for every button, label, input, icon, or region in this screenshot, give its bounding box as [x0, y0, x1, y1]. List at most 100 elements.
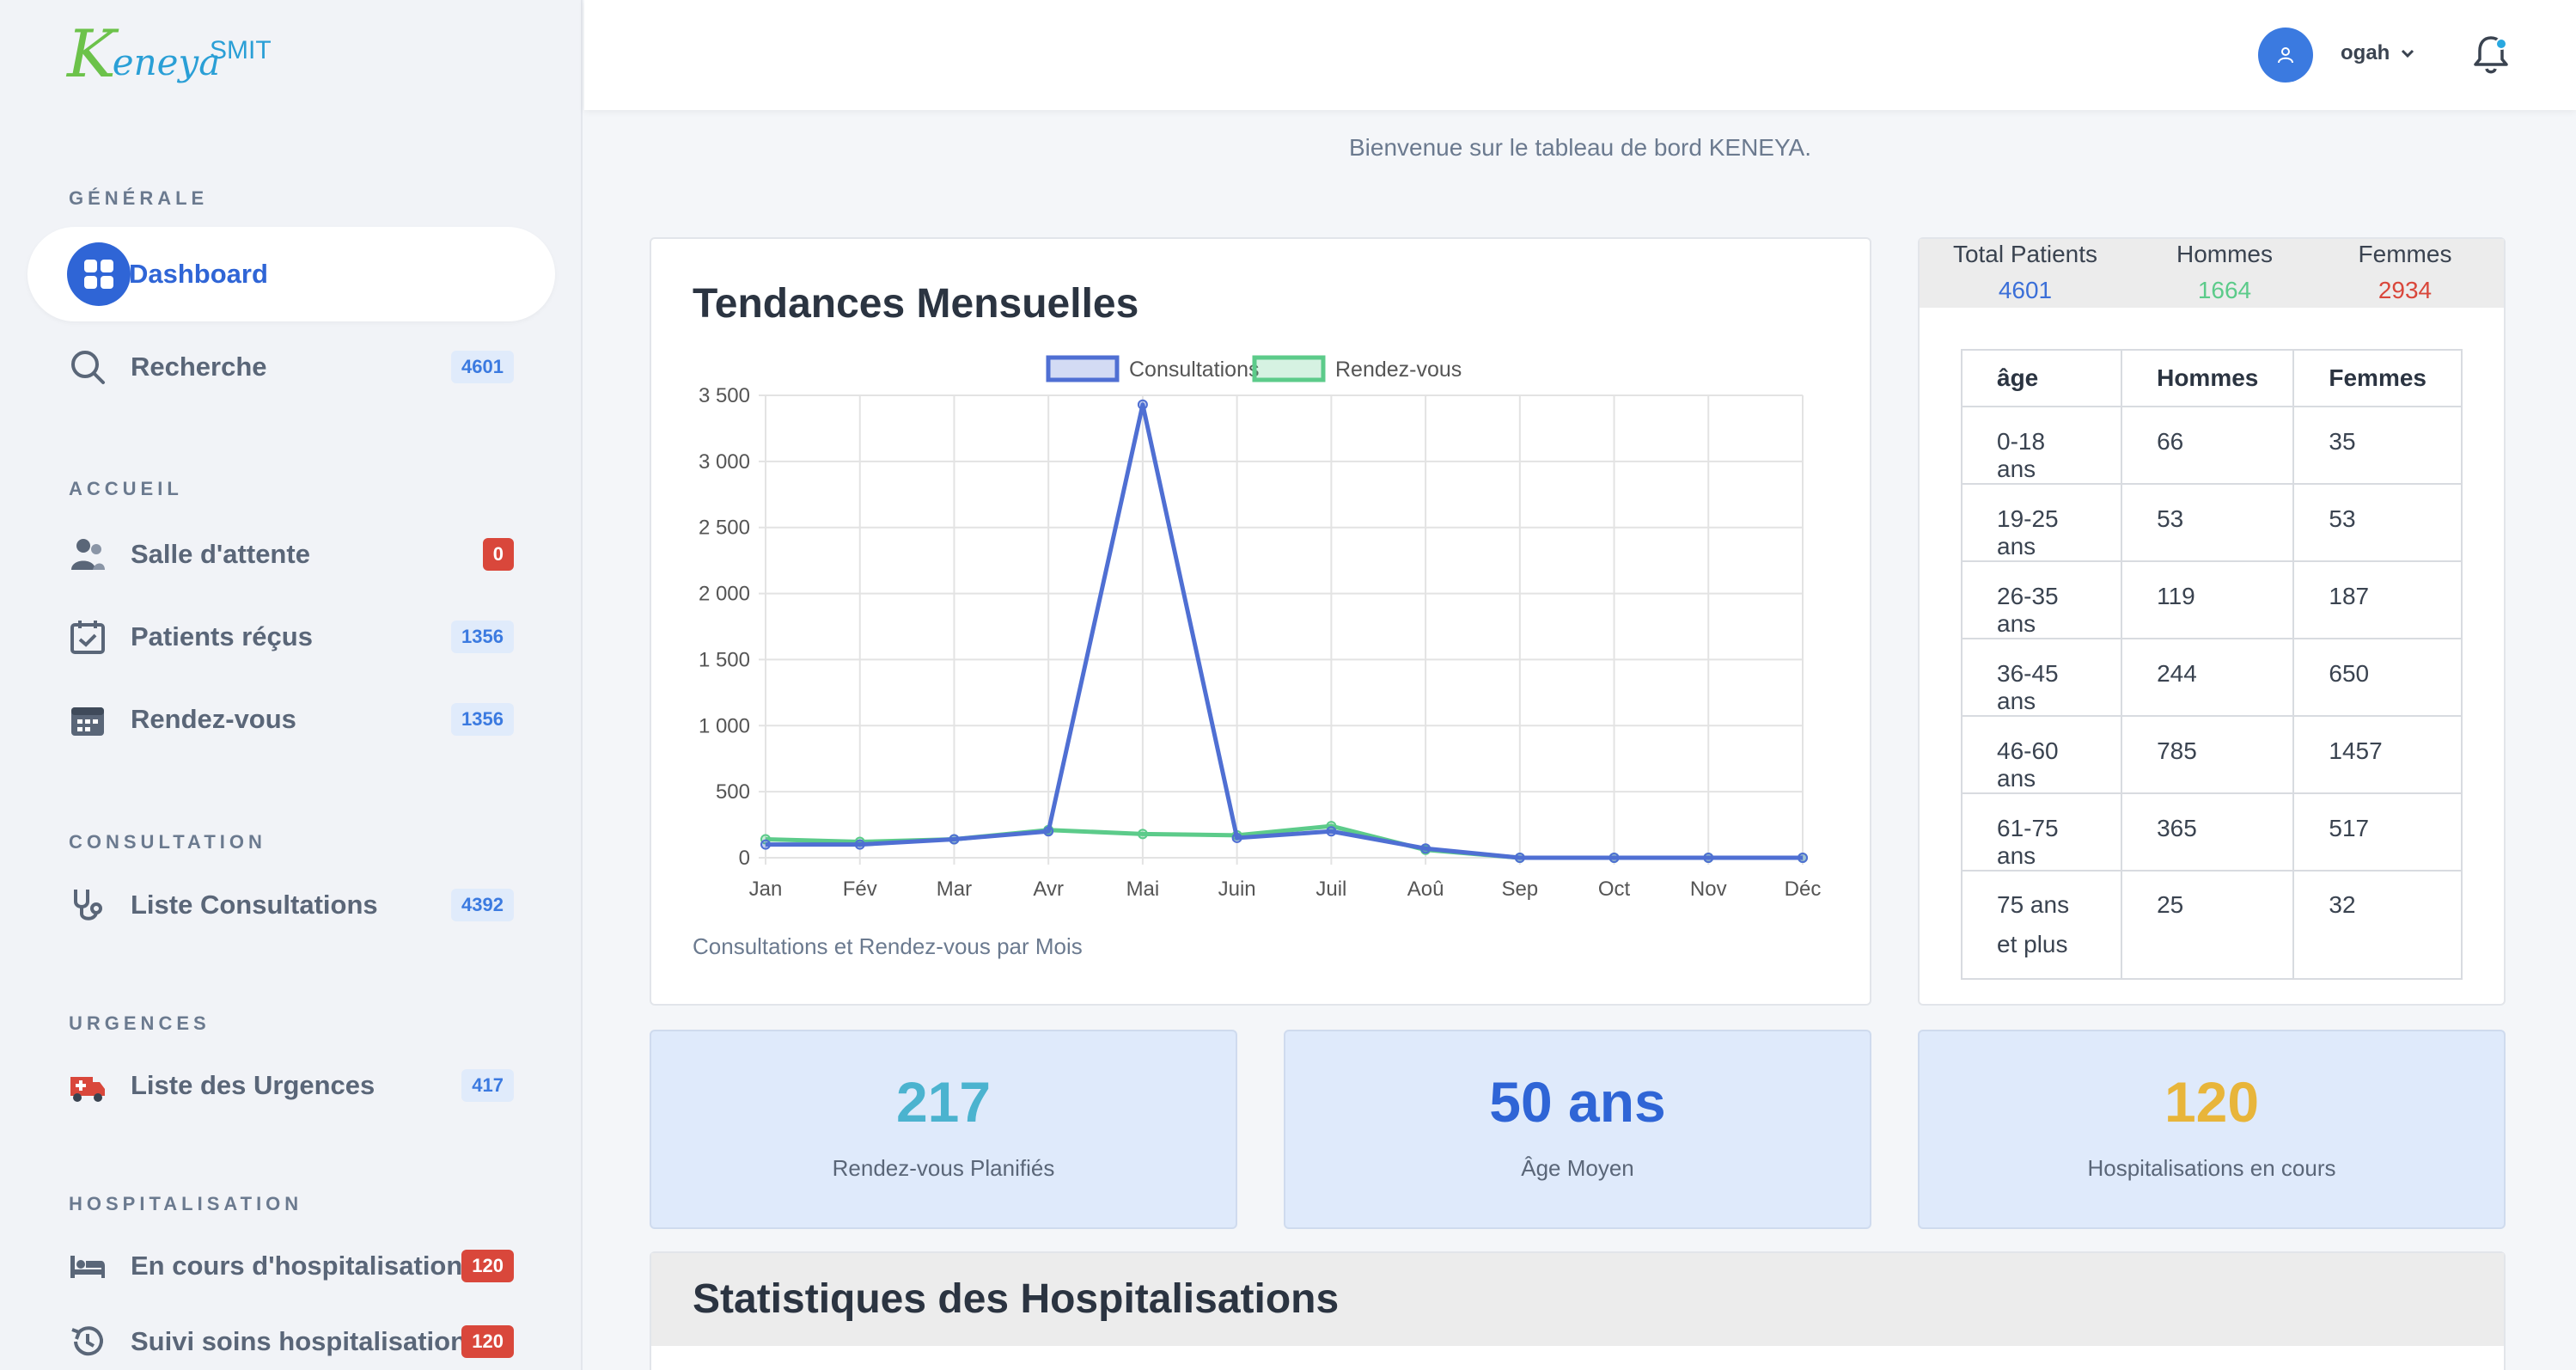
x-tick-label: Jan [749, 878, 783, 901]
legend-swatch [1252, 355, 1326, 382]
stat-men-label: Hommes [2176, 241, 2273, 267]
data-point [1231, 832, 1242, 843]
user-icon [2278, 47, 2293, 64]
data-point [1137, 399, 1148, 410]
age-range-cell: 19-25 ans [1960, 483, 2123, 562]
table-header-men: Hommes [2121, 349, 2295, 407]
search-icon [69, 348, 107, 386]
data-point [854, 839, 865, 850]
count-badge: 120 [461, 1325, 514, 1358]
table-row: 36-45 ans 244 650 [1960, 638, 2463, 717]
monthly-trends-card: Tendances Mensuelles 0 500 1 000 1 500 2 000… [650, 237, 1871, 1006]
sidebar-item-liste-consultations[interactable]: Liste Consultations 4392 [27, 858, 555, 952]
sidebar-item-label: Liste Consultations [131, 890, 378, 920]
chart-caption: Consultations et Rendez-vous par Mois [693, 933, 1083, 959]
table-header-age: âge [1960, 349, 2123, 407]
kpi-value: 120 [2164, 1070, 2260, 1134]
kpi-value: 217 [895, 1070, 992, 1134]
data-point [1703, 853, 1714, 863]
kpi-rendez-vous: 217 Rendez-vous Planifiés [650, 1030, 1237, 1229]
section-accueil: ACCUEIL [69, 478, 183, 499]
sidebar-item-rendez-vous[interactable]: Rendez-vous 1356 [27, 672, 555, 767]
kpi-label: Rendez-vous Planifiés [832, 1155, 1055, 1181]
sidebar-item-recherche[interactable]: Recherche 4601 [27, 320, 555, 414]
stat-women: Femmes 2934 [2332, 239, 2478, 304]
notification-dot [2495, 38, 2507, 50]
stat-total-label: Total Patients [1952, 241, 2098, 267]
data-point [760, 839, 771, 850]
data-point [1326, 826, 1337, 837]
hospitalisation-stats-header: Statistiques des Hospitalisations [651, 1253, 2504, 1346]
series-line-consultations [766, 402, 1803, 860]
sidebar-item-label: Liste des Urgences [131, 1070, 375, 1100]
sidebar-item-salle-attente[interactable]: Salle d'attente 0 [27, 507, 555, 602]
section-hospitalisation: HOSPITALISATION [69, 1193, 303, 1214]
table-row: 46-60 ans 785 1457 [1960, 715, 2463, 794]
age-range-cell: 36-45 ans [1960, 638, 2123, 717]
logo-k: K [67, 15, 116, 92]
data-point [1043, 826, 1054, 837]
x-tick-label: Mai [1126, 878, 1160, 901]
calendar-check-icon [69, 618, 107, 656]
x-tick-label: Nov [1690, 878, 1727, 901]
age-range-cell: 0-18 ans [1960, 406, 2123, 485]
count-badge: 417 [461, 1069, 514, 1102]
y-tick-label: 1 500 [699, 648, 750, 671]
users-icon [69, 535, 107, 573]
stat-total: Total Patients 4601 [1944, 239, 2107, 304]
men-count-cell: 785 [2121, 715, 2295, 794]
legend-label: Rendez-vous [1335, 358, 1462, 382]
count-badge: 4392 [451, 889, 514, 921]
women-count-cell: 187 [2292, 560, 2463, 639]
sidebar-item-dashboard[interactable]: Dashboard [27, 227, 555, 321]
women-count-cell: 32 [2292, 870, 2463, 980]
avatar[interactable] [2258, 28, 2313, 83]
table-header-row: âge Hommes Femmes [1960, 349, 2463, 407]
legend-swatch [1046, 355, 1120, 382]
sidebar-item-label: Patients réçus [131, 621, 313, 651]
x-tick-label: Sep [1501, 878, 1538, 901]
hospitalisation-stats-title: Statistiques des Hospitalisations [693, 1276, 1340, 1322]
ambulance-icon [69, 1067, 107, 1104]
stat-women-label: Femmes [2358, 241, 2452, 267]
sidebar-item-label: Dashboard [129, 259, 268, 289]
count-badge: 120 [461, 1250, 514, 1282]
section-urgences: URGENCES [69, 1012, 211, 1034]
x-tick-label: Déc [1785, 878, 1822, 901]
data-point [1608, 853, 1620, 863]
sidebar-item-label: Salle d'attente [131, 539, 310, 569]
y-tick-label: 2 500 [699, 517, 750, 540]
kpi-label: Âge Moyen [1521, 1155, 1634, 1181]
kpi-age-moyen: 50 ans Âge Moyen [1284, 1030, 1871, 1229]
age-range-cell: 61-75 ans [1960, 792, 2123, 872]
keneya-logo[interactable]: K eneya SMIT [67, 15, 272, 92]
age-range-cell: 75 ans et plus [1960, 870, 2123, 980]
x-tick-label: Mar [937, 878, 972, 901]
table-row: 26-35 ans 119 187 [1960, 560, 2463, 639]
stat-men-value: 1664 [2197, 277, 2252, 303]
welcome-text: Bienvenue sur le tableau de bord KENEYA. [1348, 134, 1812, 161]
logo-smit: SMIT [210, 36, 272, 64]
section-generale: GÉNÉRALE [69, 187, 209, 209]
chevron-down-icon[interactable] [2397, 43, 2418, 64]
kpi-label: Hospitalisations en cours [2087, 1155, 2336, 1181]
username-dropdown[interactable]: ogah [2341, 41, 2390, 65]
data-point [1798, 853, 1808, 863]
bed-icon [69, 1247, 107, 1285]
sidebar-item-liste-urgences[interactable]: Liste des Urgences 417 [27, 1038, 555, 1133]
men-count-cell: 119 [2121, 560, 2295, 639]
x-tick-label: Fév [843, 878, 877, 901]
y-tick-label: 0 [739, 847, 750, 870]
data-point [1137, 829, 1148, 840]
men-count-cell: 25 [2121, 870, 2295, 980]
stat-men: Hommes 1664 [2152, 239, 2298, 304]
x-tick-label: Juil [1315, 878, 1346, 901]
history-icon [69, 1323, 107, 1361]
sidebar-item-suivi-soins[interactable]: Suivi soins hospitalisation 120 [27, 1294, 555, 1370]
table-row: 75 ans et plus 25 32 [1960, 870, 2463, 980]
sidebar-item-patients-recus[interactable]: Patients réçus 1356 [27, 590, 555, 684]
data-point [1514, 853, 1525, 863]
legend-label: Consultations [1129, 358, 1259, 382]
data-point [1420, 843, 1431, 854]
women-count-cell: 650 [2292, 638, 2463, 717]
